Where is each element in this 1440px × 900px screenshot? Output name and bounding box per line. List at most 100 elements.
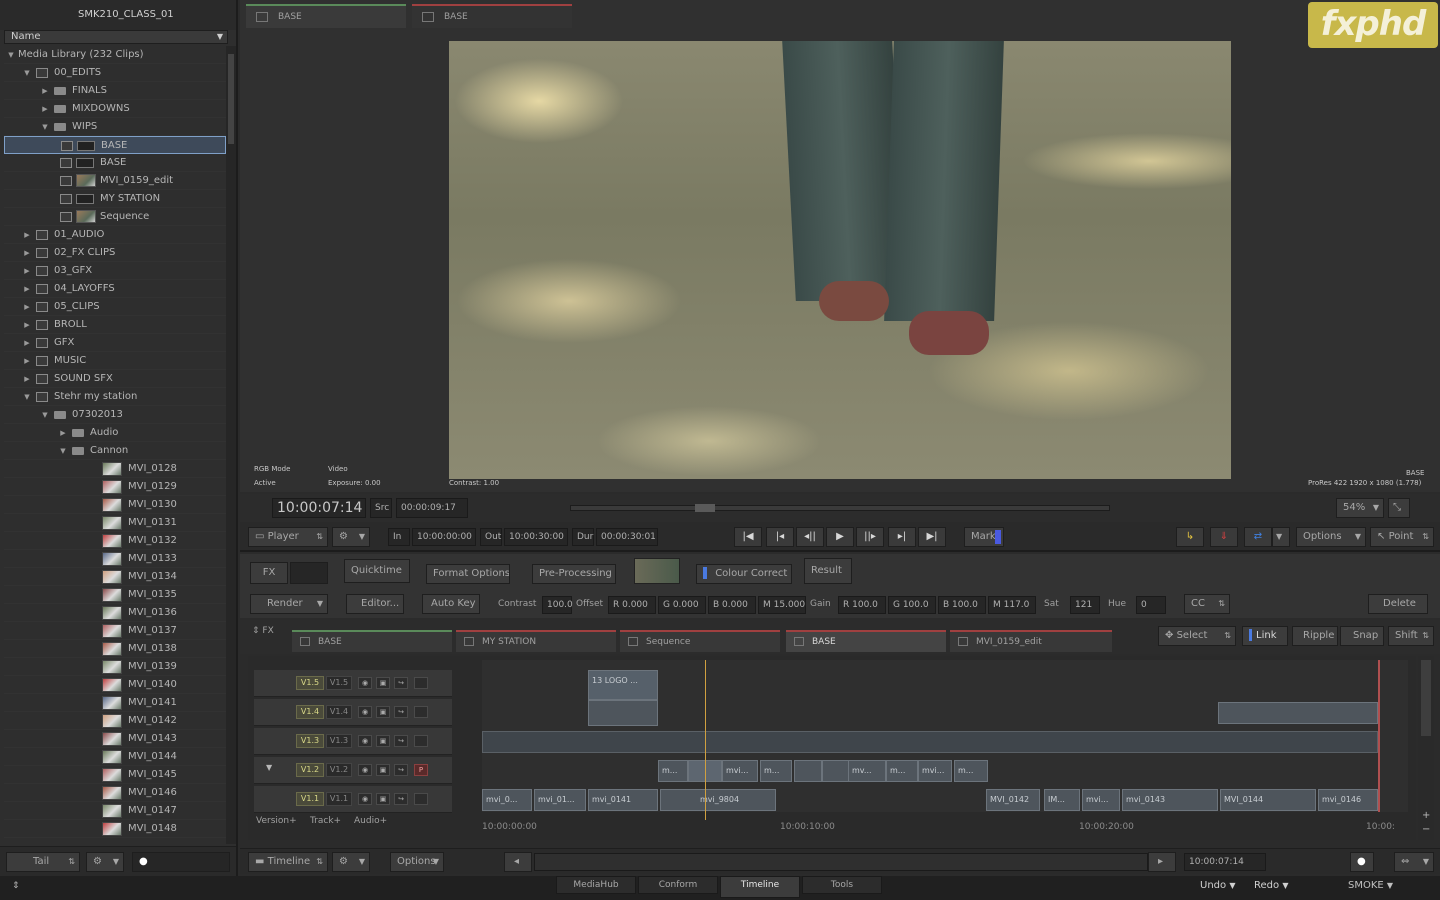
prev-edit-button[interactable]: |◂ xyxy=(766,527,794,547)
track-patch[interactable]: V1.2 xyxy=(296,763,324,777)
track-extra-icon[interactable] xyxy=(414,735,428,747)
library-item[interactable]: ▶ 02_FX CLIPS xyxy=(4,244,226,262)
timeline-tracks[interactable]: 13 LOGO ... m... mvi... m... mv... m... mvi..… xyxy=(456,660,1408,812)
play-button[interactable]: ▶ xyxy=(826,527,854,547)
viewer-settings-dropdown[interactable]: ⚙ ▼ xyxy=(332,527,370,547)
scroll-left-button[interactable]: ◂ xyxy=(504,852,532,872)
library-item[interactable]: MVI_0138 xyxy=(4,640,226,658)
fit-view-button[interactable]: ⤡ xyxy=(1388,498,1410,518)
library-item[interactable]: BASE xyxy=(4,154,226,172)
library-item[interactable]: MVI_0132 xyxy=(4,532,226,550)
step-back-button[interactable]: ◂|| xyxy=(796,527,824,547)
segment-logo[interactable]: 13 LOGO ... xyxy=(588,670,658,700)
library-item[interactable]: MVI_0133 xyxy=(4,550,226,568)
expand-arrow-icon[interactable]: ▼ xyxy=(6,46,16,64)
library-scrollbar[interactable] xyxy=(226,46,236,844)
offset-r-field[interactable]: R 0.000 xyxy=(608,596,656,614)
library-item[interactable]: ▶ SOUND SFX xyxy=(4,370,226,388)
library-item[interactable]: ▼ Stehr my station xyxy=(4,388,226,406)
step-forward-button[interactable]: ||▸ xyxy=(856,527,884,547)
library-item[interactable]: BASE xyxy=(4,136,226,154)
track-patch[interactable]: V1.1 xyxy=(296,792,324,806)
segment-v13-filler[interactable] xyxy=(482,731,1378,753)
timeline-vertical-scrollbar[interactable]: + − xyxy=(1418,656,1434,840)
track-source-patch[interactable]: V1.5 xyxy=(326,676,352,690)
collapse-arrow-icon[interactable]: ▶ xyxy=(22,316,32,334)
fx-toggle[interactable]: ⇕ FX xyxy=(252,622,274,640)
track-extra-icon[interactable] xyxy=(414,706,428,718)
pipeline-result[interactable]: Result xyxy=(804,558,852,584)
timeline-horizontal-scrollbar[interactable] xyxy=(534,853,1148,871)
segment-logo-cont[interactable] xyxy=(588,700,658,726)
zoom-out-icon[interactable]: − xyxy=(1422,824,1430,835)
gain-g-field[interactable]: G 100.0 xyxy=(888,596,936,614)
track-plus-button[interactable]: Track+ xyxy=(310,812,341,830)
record-timecode[interactable]: 10:00:07:14 xyxy=(272,498,366,518)
expand-arrow-icon[interactable]: ▼ xyxy=(40,118,50,136)
lock-icon[interactable]: ▣ xyxy=(376,677,390,689)
pipeline-pre-processing[interactable]: Pre-Processing xyxy=(532,564,616,584)
track-patch[interactable]: V1.4 xyxy=(296,705,324,719)
track-patch[interactable]: V1.5 xyxy=(296,676,324,690)
sync-icon[interactable]: ↪ xyxy=(394,706,408,718)
collapse-arrow-icon[interactable]: ▶ xyxy=(22,334,32,352)
collapse-arrow-icon[interactable]: ▶ xyxy=(22,226,32,244)
app-menu[interactable]: SMOKE ▼ xyxy=(1348,880,1408,891)
sequence-tab-sequence[interactable]: Sequence xyxy=(620,630,780,652)
library-root[interactable]: ▼ Media Library (232 Clips) xyxy=(4,46,226,64)
library-item[interactable]: ▶ 04_LAYOFFS xyxy=(4,280,226,298)
insert-edit-button[interactable]: ⇓ xyxy=(1210,527,1238,547)
tab-mediahub[interactable]: MediaHub xyxy=(556,876,636,894)
library-item[interactable]: MVI_0135 xyxy=(4,586,226,604)
library-item[interactable]: MVI_0130 xyxy=(4,496,226,514)
timeline-ruler[interactable]: 10:00:00:00 10:00:10:00 10:00:20:00 10:0… xyxy=(456,818,1408,838)
eye-icon[interactable]: ◉ xyxy=(358,706,372,718)
fx-node-button[interactable] xyxy=(290,562,328,584)
lock-icon[interactable]: ▣ xyxy=(376,735,390,747)
go-to-end-button[interactable]: ▶| xyxy=(918,527,946,547)
track-header[interactable]: V1.3 V1.3 ◉ ▣ ↪ xyxy=(254,728,452,755)
tab-conform[interactable]: Conform xyxy=(638,876,718,894)
link-toggle[interactable]: Link xyxy=(1242,626,1288,646)
viewer-tab-source[interactable]: BASE xyxy=(246,4,406,28)
offset-g-field[interactable]: G 0.000 xyxy=(658,596,706,614)
eye-icon[interactable]: ◉ xyxy=(358,793,372,805)
out-timecode[interactable]: 10:00:30:00 xyxy=(504,528,568,546)
tab-timeline[interactable]: Timeline xyxy=(720,876,800,898)
lock-icon[interactable]: ▣ xyxy=(376,764,390,776)
collapse-arrow-icon[interactable]: ▶ xyxy=(40,82,50,100)
gain-b-field[interactable]: B 100.0 xyxy=(938,596,986,614)
timeline-settings-dropdown[interactable]: ⚙ ▼ xyxy=(332,852,370,872)
version-plus-button[interactable]: Version+ xyxy=(256,812,297,830)
editor-button[interactable]: Editor... xyxy=(346,594,404,614)
track-header[interactable]: ▼ V1.2 V1.2 ◉ ▣ ↪ P xyxy=(254,757,452,784)
library-item[interactable]: ▶ FINALS xyxy=(4,82,226,100)
sync-icon[interactable]: ↪ xyxy=(394,764,408,776)
sequence-tab-my-station[interactable]: MY STATION xyxy=(456,630,616,652)
eye-icon[interactable]: ◉ xyxy=(358,677,372,689)
select-tool-dropdown[interactable]: ✥ Select ⇅ xyxy=(1158,626,1236,646)
track-header[interactable]: V1.5 V1.5 ◉ ▣ ↪ xyxy=(254,670,452,697)
offset-m-field[interactable]: M 15.000 xyxy=(758,596,806,614)
timeline-segment[interactable]: mvi_01... xyxy=(534,789,586,811)
library-item[interactable]: ▶ 01_AUDIO xyxy=(4,226,226,244)
eye-icon[interactable]: ◉ xyxy=(358,735,372,747)
dur-timecode[interactable]: 00:00:30:01 xyxy=(596,528,658,546)
track-source-patch[interactable]: V1.1 xyxy=(326,792,352,806)
primary-track-icon[interactable]: P xyxy=(414,764,428,776)
timeline-segment[interactable]: mvi... xyxy=(722,760,758,782)
delete-button[interactable]: Delete xyxy=(1368,594,1428,614)
track-header[interactable]: V1.1 V1.1 ◉ ▣ ↪ xyxy=(254,786,452,813)
library-item[interactable]: ▼ Cannon xyxy=(4,442,226,460)
auto-key-button[interactable]: Auto Key xyxy=(422,594,480,614)
fit-timeline-dropdown[interactable]: ⇔ ▼ xyxy=(1394,852,1434,872)
point-tool-dropdown[interactable]: ↖ Point ⇅ xyxy=(1370,527,1434,547)
library-item[interactable]: ▶ 03_GFX xyxy=(4,262,226,280)
library-item[interactable]: MVI_0134 xyxy=(4,568,226,586)
segment-v14-end[interactable] xyxy=(1218,702,1378,724)
timeline-segment[interactable]: mv... xyxy=(848,760,886,782)
collapse-arrow-icon[interactable]: ▶ xyxy=(22,298,32,316)
library-item[interactable]: ▼ WIPS xyxy=(4,118,226,136)
library-item[interactable]: MVI_0139 xyxy=(4,658,226,676)
library-item[interactable]: MVI_0147 xyxy=(4,802,226,820)
